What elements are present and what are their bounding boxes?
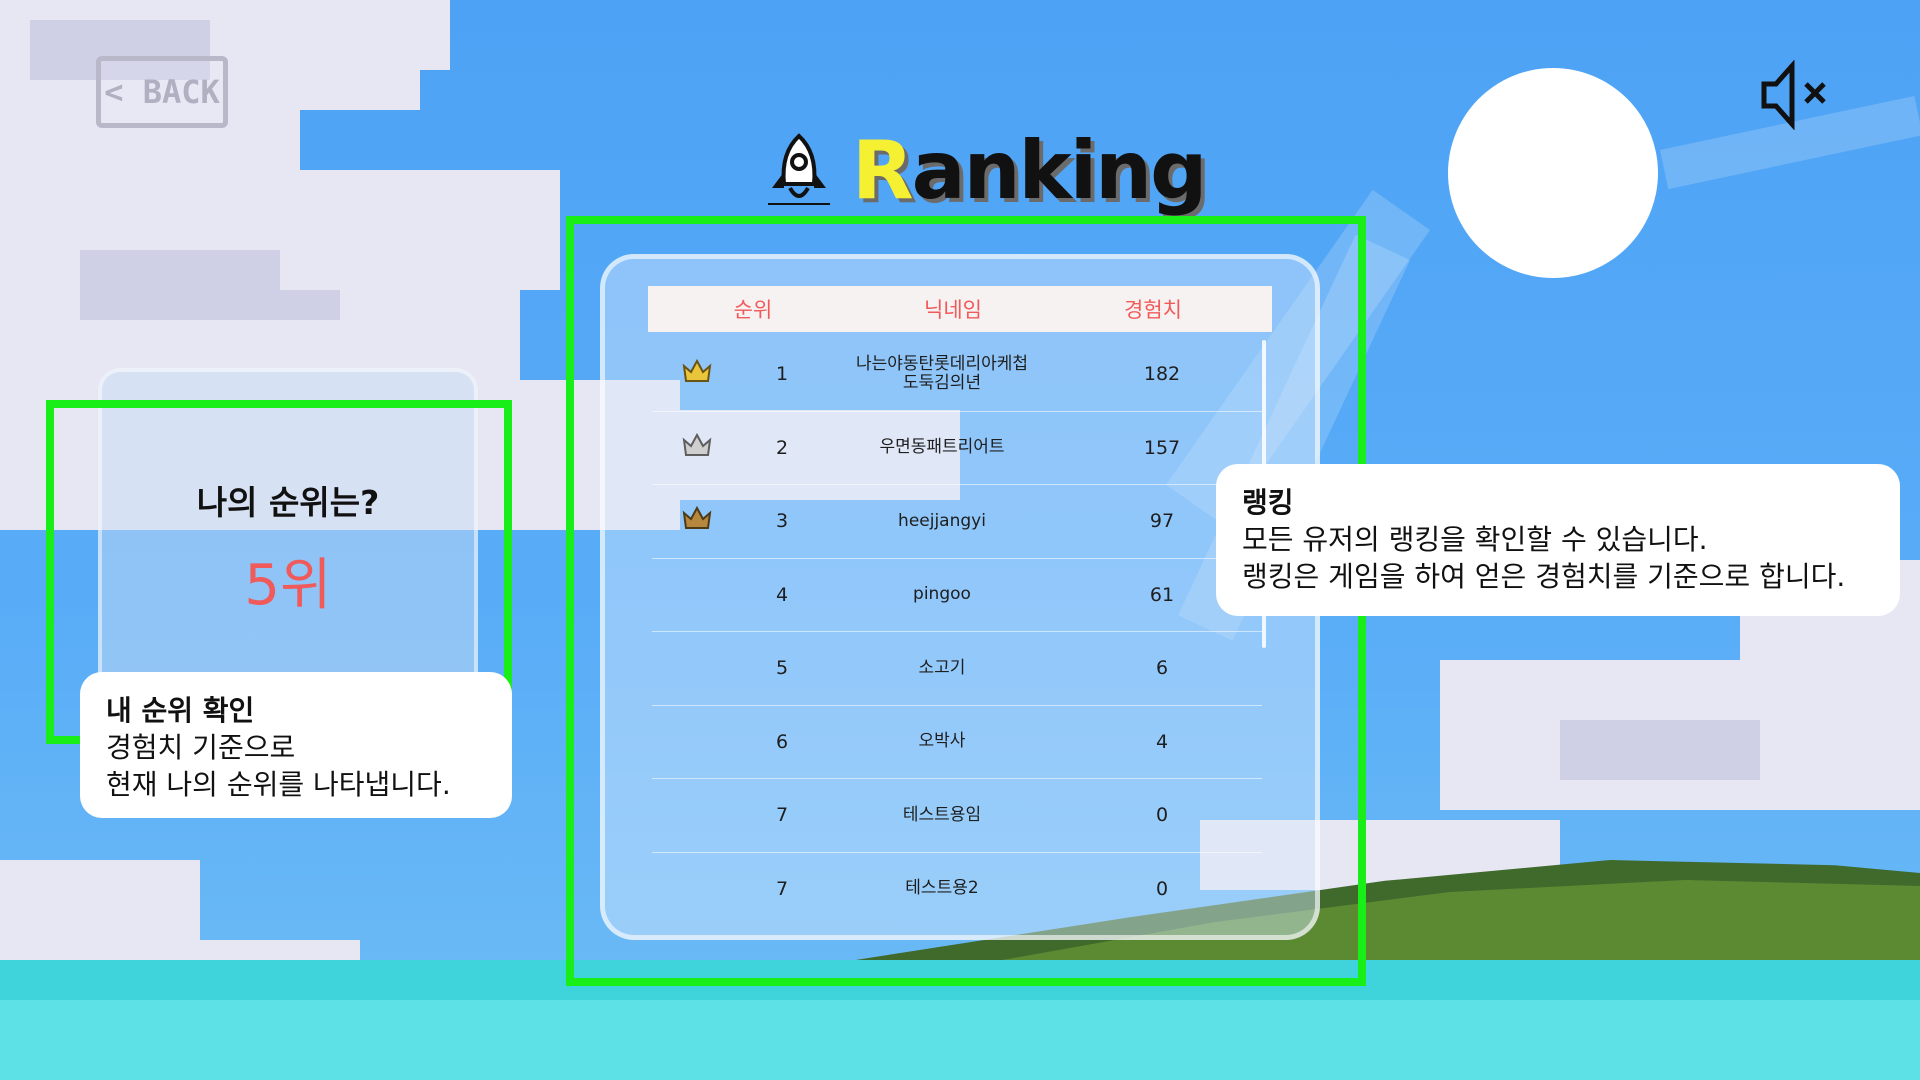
back-button[interactable]: < BACK <box>96 56 228 128</box>
my-rank-tooltip: 내 순위 확인 경험치 기준으로 현재 나의 순위를 나타냅니다. <box>80 672 512 818</box>
ranking-tooltip-line2: 랭킹은 게임을 하여 얻은 경험치를 기준으로 합니다. <box>1242 560 1846 593</box>
my-rank-tooltip-line1: 경험치 기준으로 <box>106 731 296 764</box>
speaker-muted-icon <box>1761 59 1826 131</box>
cloud <box>360 0 450 70</box>
back-button-label: < BACK <box>104 73 220 111</box>
cloud <box>280 170 560 290</box>
cloud <box>1560 720 1760 780</box>
my-rank-tooltip-title: 내 순위 확인 <box>106 694 255 727</box>
my-rank-tooltip-line2: 현재 나의 순위를 나타냅니다. <box>106 768 451 801</box>
title-text: Ranking <box>852 123 1208 217</box>
title-rest: anking <box>911 123 1208 217</box>
rocket-icon <box>768 133 830 205</box>
title-first-letter: R <box>852 123 914 217</box>
page-title: Ranking <box>764 124 1207 217</box>
ranking-tooltip-title: 랭킹 <box>1242 486 1294 519</box>
ranking-tooltip-line1: 모든 유저의 랭킹을 확인할 수 있습니다. <box>1242 523 1708 556</box>
ranking-tooltip: 랭킹 모든 유저의 랭킹을 확인할 수 있습니다. 랭킹은 게임을 하여 얻은 … <box>1216 464 1900 616</box>
sea <box>0 1000 1920 1080</box>
sun <box>1448 68 1658 278</box>
mute-button[interactable] <box>1758 59 1838 131</box>
